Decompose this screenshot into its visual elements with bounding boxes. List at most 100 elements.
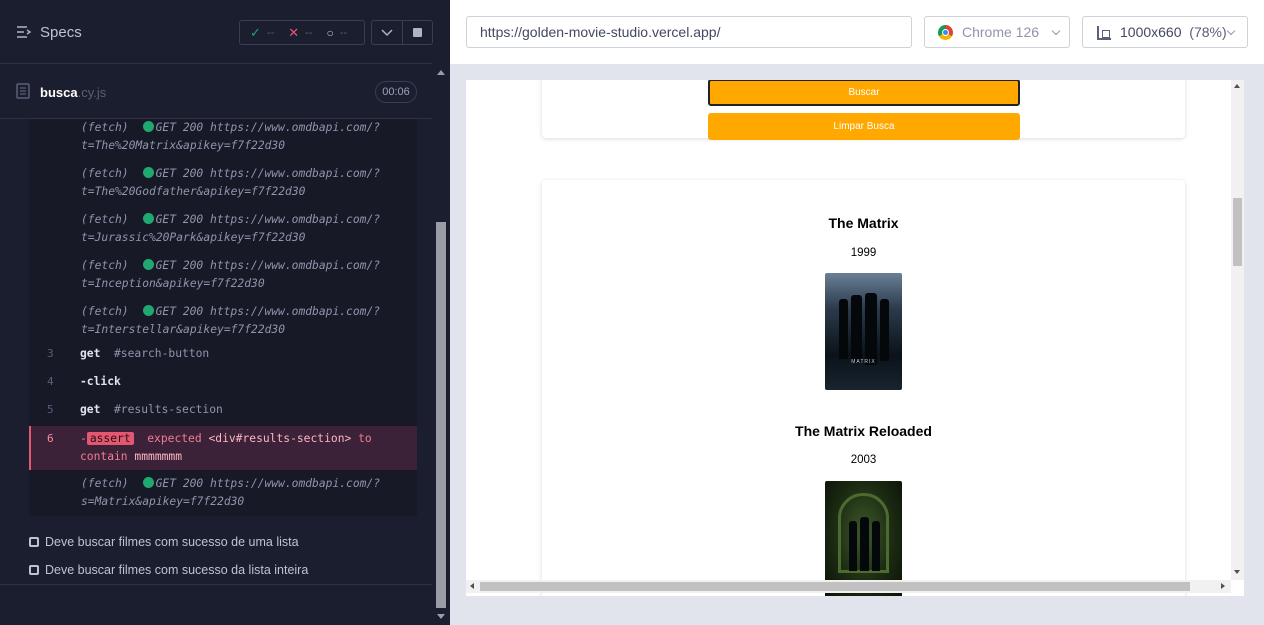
- scrollbar-thumb[interactable]: [1233, 198, 1242, 266]
- app-horizontal-scrollbar[interactable]: [466, 580, 1231, 593]
- fetch-log-item[interactable]: (fetch) GET 200 https://www.omdbapi.com/?…: [81, 475, 411, 511]
- fetch-method: GET 200: [155, 167, 204, 180]
- assert-text: contain: [80, 450, 128, 463]
- test-title: Deve buscar filmes com sucesso da lista …: [45, 563, 309, 577]
- scrollbar-thumb[interactable]: [436, 222, 446, 608]
- scroll-right-arrow-icon[interactable]: [1221, 583, 1225, 589]
- movie-poster[interactable]: MATRIX: [825, 273, 902, 390]
- fetch-url: https://www.omdbapi.com/?: [210, 477, 381, 490]
- url-bar[interactable]: https://golden-movie-studio.vercel.app/: [466, 16, 912, 48]
- scroll-up-arrow-icon[interactable]: [1234, 84, 1240, 88]
- spec-file-name[interactable]: busca.cy.js: [40, 85, 106, 100]
- assert-message: - assert expected <div#results-section> t…: [80, 430, 410, 466]
- command-name: get: [80, 347, 101, 360]
- movie-year: 2003: [850, 454, 877, 466]
- poster-figure: [880, 299, 889, 361]
- aut-panel: https://golden-movie-studio.vercel.app/ …: [450, 0, 1264, 625]
- scroll-up-arrow-icon[interactable]: [437, 70, 445, 75]
- poster-figure: [839, 299, 848, 359]
- scroll-left-arrow-icon[interactable]: [470, 583, 474, 589]
- browser-selector[interactable]: Chrome 126: [924, 16, 1070, 48]
- passed-count: --: [266, 26, 275, 39]
- test-item[interactable]: Deve buscar filmes com sucesso da lista …: [29, 560, 308, 580]
- dropdown-button[interactable]: [372, 21, 402, 44]
- assert-text: to: [358, 432, 372, 445]
- viewport-selector[interactable]: 1000x660 (78%): [1082, 16, 1248, 48]
- fetch-url: https://www.omdbapi.com/?: [210, 213, 381, 226]
- command-assert-failed[interactable]: 6 - assert expected <div#results-section>…: [29, 426, 417, 470]
- viewport-icon: [1097, 26, 1111, 40]
- test-item[interactable]: Deve buscar filmes com sucesso de uma li…: [29, 532, 299, 552]
- assert-badge: assert: [86, 432, 134, 445]
- assert-text: expected: [147, 432, 202, 445]
- fetch-log-item[interactable]: (fetch) GET 200 https://www.omdbapi.com/?…: [81, 303, 411, 339]
- movie-year: 1999: [850, 247, 877, 259]
- poster-figure: [849, 521, 857, 571]
- viewport-size: 1000x660: [1120, 24, 1182, 40]
- command-click[interactable]: 4 -click: [29, 371, 417, 393]
- assert-prefix: -: [80, 432, 87, 445]
- spec-file-extension: .cy.js: [77, 85, 107, 100]
- command-log: (fetch) GET 200 https://www.omdbapi.com/?…: [29, 119, 417, 516]
- fetch-method: GET 200: [155, 121, 204, 134]
- document-icon: [16, 83, 30, 99]
- fetch-method: GET 200: [155, 213, 204, 226]
- fetch-log-item[interactable]: (fetch) GET 200 https://www.omdbapi.com/?…: [81, 165, 411, 201]
- fetch-label: (fetch): [81, 121, 129, 134]
- failed-x-icon: ✕: [288, 24, 300, 40]
- status-dot-icon: [142, 121, 154, 132]
- search-card: Buscar Limpar Busca: [542, 80, 1185, 140]
- fetch-label: (fetch): [81, 259, 129, 272]
- browser-label: Chrome 126: [962, 24, 1040, 40]
- poster-figure: [872, 521, 880, 571]
- passed-check-icon: ✓: [250, 24, 261, 40]
- test-status-icon: [29, 537, 39, 547]
- command-get-results-section[interactable]: 5 get #results-section: [29, 399, 417, 421]
- spec-duration: 00:06: [375, 81, 417, 103]
- reporter-header: Specs ✓ -- ✕ -- ○ --: [0, 0, 433, 64]
- fetch-url-query: t=Inception&apikey=f7f22d30: [81, 277, 265, 290]
- reporter-scrollbar[interactable]: [432, 64, 450, 625]
- fetch-url: https://www.omdbapi.com/?: [210, 259, 381, 272]
- fetch-method: GET 200: [155, 477, 204, 490]
- aut-stage: Buscar Limpar Busca The Matrix 1999 MATR…: [450, 64, 1264, 625]
- fetch-log-item[interactable]: (fetch) GET 200 https://www.omdbapi.com/?…: [81, 119, 411, 155]
- chevron-down-icon: [1226, 26, 1236, 36]
- specs-title[interactable]: Specs: [40, 24, 82, 41]
- poster-title-text: MATRIX: [851, 359, 876, 365]
- divider: [0, 584, 432, 585]
- results-section: The Matrix 1999 MATRIX The Matrix Reload…: [542, 180, 1185, 596]
- fetch-log-item[interactable]: (fetch) GET 200 https://www.omdbapi.com/?…: [81, 257, 411, 293]
- clear-search-button[interactable]: Limpar Busca: [708, 113, 1020, 140]
- chrome-icon: [938, 25, 953, 40]
- fetch-log-item[interactable]: (fetch) GET 200 https://www.omdbapi.com/?…: [81, 211, 411, 247]
- fetch-url-query: s=Matrix&apikey=f7f22d30: [81, 495, 245, 508]
- scroll-down-arrow-icon[interactable]: [437, 614, 445, 619]
- fetch-url-query: t=Jurassic%20Park&apikey=f7f22d30: [81, 231, 306, 244]
- assert-selector: <div#results-section>: [208, 432, 352, 445]
- status-dot-icon: [142, 259, 154, 270]
- specs-list-icon[interactable]: [16, 24, 32, 40]
- scroll-down-arrow-icon[interactable]: [1234, 570, 1240, 574]
- status-dot-icon: [142, 477, 154, 488]
- search-button[interactable]: Buscar: [708, 80, 1020, 106]
- stop-button[interactable]: [401, 21, 433, 44]
- status-dot-icon: [142, 213, 154, 224]
- movie-title: The Matrix Reloaded: [795, 423, 932, 439]
- movie-poster[interactable]: [825, 481, 902, 596]
- scrollbar-thumb[interactable]: [480, 582, 1190, 591]
- poster-figure: [860, 517, 869, 571]
- app-iframe: Buscar Limpar Busca The Matrix 1999 MATR…: [466, 80, 1244, 596]
- status-dot-icon: [142, 305, 154, 316]
- fetch-url-query: t=Interstellar&apikey=f7f22d30: [81, 323, 286, 336]
- command-number: 4: [47, 375, 54, 388]
- command-name: -click: [80, 375, 121, 388]
- command-name: get: [80, 403, 101, 416]
- fetch-label: (fetch): [81, 167, 129, 180]
- command-get-search-button[interactable]: 3 get #search-button: [29, 343, 417, 365]
- fetch-url: https://www.omdbapi.com/?: [210, 167, 381, 180]
- command-argument: #search-button: [114, 347, 210, 360]
- test-status-icon: [29, 565, 39, 575]
- app-vertical-scrollbar[interactable]: [1231, 80, 1244, 580]
- fetch-label: (fetch): [81, 305, 129, 318]
